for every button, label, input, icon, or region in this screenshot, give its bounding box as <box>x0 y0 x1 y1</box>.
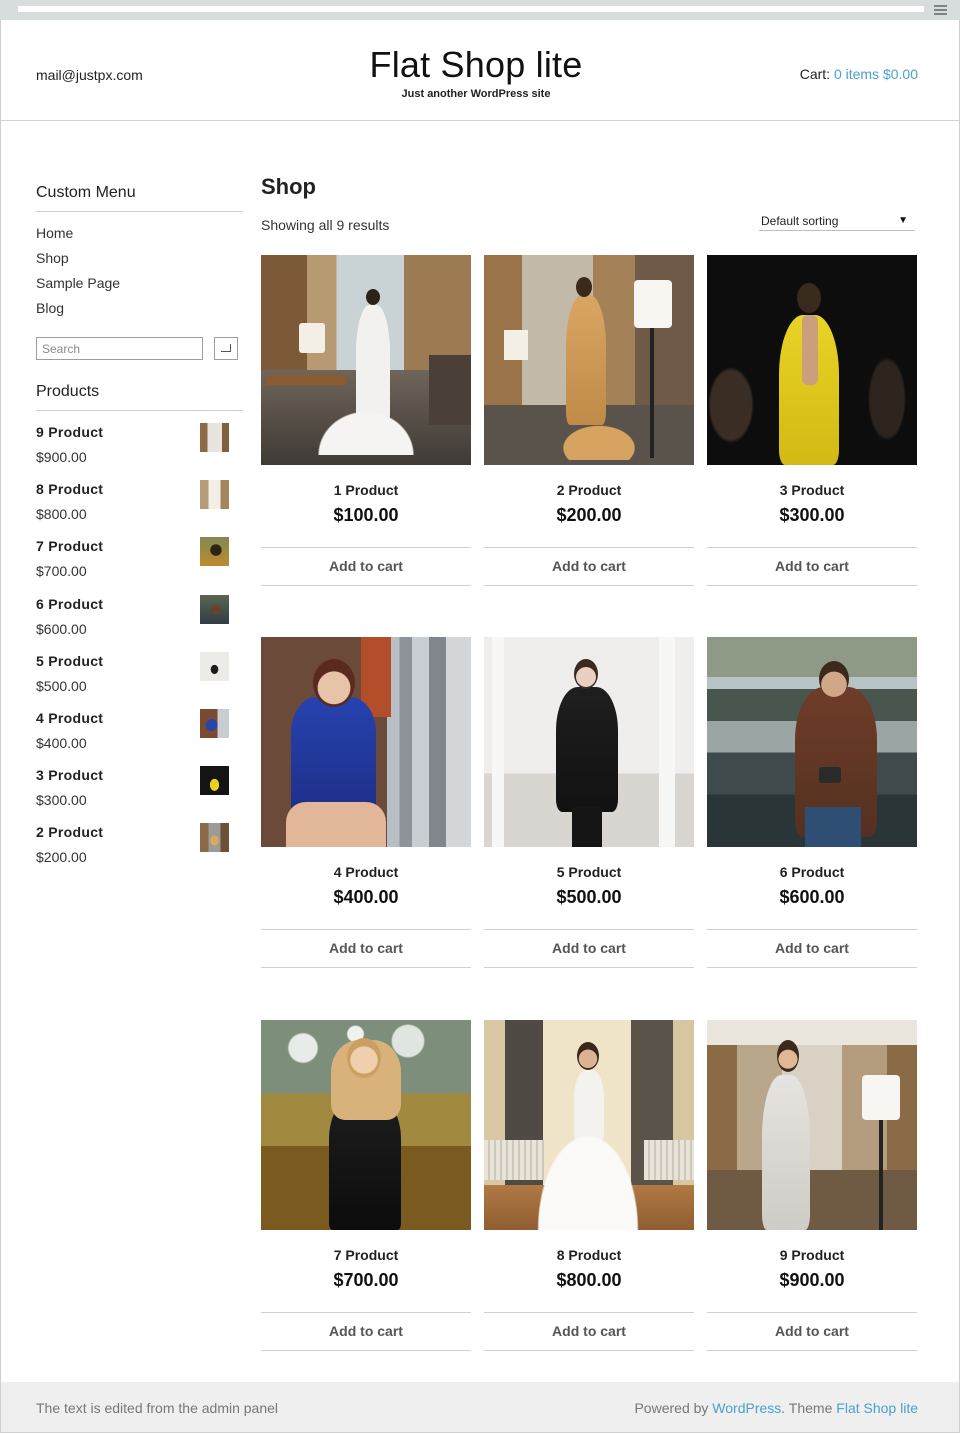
add-to-cart-button[interactable]: Add to cart <box>484 547 694 586</box>
product-name[interactable]: 5 Product <box>484 864 694 880</box>
add-to-cart-button[interactable]: Add to cart <box>707 929 917 968</box>
product-image[interactable] <box>261 1020 471 1230</box>
widget-product-thumbnail[interactable] <box>200 423 229 452</box>
dropdown-arrow-icon: ▼ <box>898 215 908 226</box>
product-card: 7 Product $700.00 Add to cart <box>261 1020 471 1351</box>
product-card: 5 Product $500.00 Add to cart <box>484 637 694 968</box>
widget-product-thumbnail[interactable] <box>200 594 229 624</box>
product-card: 3 Product $300.00 Add to cart <box>707 255 917 586</box>
add-to-cart-button[interactable]: Add to cart <box>707 547 917 586</box>
site-tagline: Just another WordPress site <box>401 88 551 100</box>
sorting-select[interactable]: Default sorting ▼ <box>759 212 915 231</box>
add-to-cart-button[interactable]: Add to cart <box>707 1312 917 1351</box>
page-title: Shop <box>261 174 316 199</box>
widget-product-thumbnail[interactable] <box>200 480 229 510</box>
add-to-cart-button[interactable]: Add to cart <box>484 929 694 968</box>
search-submit-button[interactable] <box>214 337 238 360</box>
product-price: $400.00 <box>333 887 399 907</box>
product-price: $300.00 <box>779 505 845 525</box>
product-card: 6 Product $600.00 Add to cart <box>707 637 917 968</box>
product-image[interactable] <box>261 255 471 465</box>
menu-item-shop[interactable]: Shop <box>36 249 243 274</box>
product-price: $900.00 <box>779 1270 845 1290</box>
add-to-cart-button[interactable]: Add to cart <box>484 1312 694 1351</box>
product-image[interactable] <box>484 637 694 847</box>
footer-credits: Powered by WordPress. Theme Flat Shop li… <box>634 1400 918 1416</box>
menu-item-sample-page[interactable]: Sample Page <box>36 274 243 299</box>
widget-product-item[interactable]: 3 Product $300.00 <box>36 765 243 822</box>
result-count: Showing all 9 results <box>261 217 390 233</box>
widget-product-item[interactable]: 5 Product $500.00 <box>36 651 243 708</box>
product-card: 1 Product $100.00 Add to cart <box>261 255 471 586</box>
product-image[interactable] <box>484 255 694 465</box>
menu-item-home[interactable]: Home <box>36 224 243 249</box>
product-name[interactable]: 8 Product <box>484 1247 694 1263</box>
search-form <box>36 337 243 361</box>
product-name[interactable]: 7 Product <box>261 1247 471 1263</box>
powered-by-label: Powered by <box>634 1400 709 1416</box>
widget-product-item[interactable]: 4 Product $400.00 <box>36 708 243 765</box>
footer-text: The text is edited from the admin panel <box>36 1400 279 1416</box>
add-to-cart-button[interactable]: Add to cart <box>261 929 471 968</box>
products-widget-list: 9 Product $900.00 8 Product $800.00 7 Pr… <box>36 422 243 880</box>
product-image[interactable] <box>484 1020 694 1230</box>
widget-product-thumbnail[interactable] <box>200 708 229 738</box>
product-card: 8 Product $800.00 Add to cart <box>484 1020 694 1351</box>
cart-label: Cart: <box>799 66 831 82</box>
product-image[interactable] <box>707 255 917 465</box>
product-price: $700.00 <box>333 1270 399 1290</box>
product-image[interactable] <box>707 1020 917 1230</box>
product-image[interactable] <box>261 637 471 847</box>
cart-contents-link[interactable]: 0 items $0.00 <box>834 66 918 82</box>
wordpress-link[interactable]: WordPress <box>712 1400 781 1416</box>
site-footer: The text is edited from the admin panel … <box>1 1382 959 1432</box>
widget-product-thumbnail[interactable] <box>200 651 229 681</box>
product-price: $500.00 <box>556 887 622 907</box>
product-price: $600.00 <box>779 887 845 907</box>
site-title[interactable]: Flat Shop lite <box>300 45 652 85</box>
shop-content: Shop Showing all 9 results Default sorti… <box>261 174 917 1351</box>
product-card: 9 Product $900.00 Add to cart <box>707 1020 917 1351</box>
product-image[interactable] <box>707 637 917 847</box>
product-name[interactable]: 4 Product <box>261 864 471 880</box>
product-name[interactable]: 6 Product <box>707 864 917 880</box>
widget-product-item[interactable]: 9 Product $900.00 <box>36 422 243 479</box>
widget-product-item[interactable]: 7 Product $700.00 <box>36 536 243 593</box>
product-price: $100.00 <box>333 505 399 525</box>
add-to-cart-button[interactable]: Add to cart <box>261 547 471 586</box>
add-to-cart-button[interactable]: Add to cart <box>261 1312 471 1351</box>
product-name[interactable]: 9 Product <box>707 1247 917 1263</box>
widget-product-thumbnail[interactable] <box>200 537 229 567</box>
menu-item-blog[interactable]: Blog <box>36 299 243 324</box>
widget-product-thumbnail[interactable] <box>200 823 229 853</box>
products-widget-title: Products <box>36 383 243 411</box>
sorting-selected-value: Default sorting <box>761 214 839 228</box>
widget-product-item[interactable]: 2 Product $200.00 <box>36 822 243 879</box>
product-name[interactable]: 3 Product <box>707 482 917 498</box>
product-name[interactable]: 2 Product <box>484 482 694 498</box>
product-card: 2 Product $200.00 Add to cart <box>484 255 694 586</box>
theme-link[interactable]: Flat Shop lite <box>836 1400 918 1416</box>
header-email[interactable]: mail@justpx.com <box>36 67 143 83</box>
widget-product-item[interactable]: 8 Product $800.00 <box>36 479 243 536</box>
widget-product-item[interactable]: 6 Product $600.00 <box>36 594 243 651</box>
site-branding: Flat Shop lite Just another WordPress si… <box>300 45 652 101</box>
enter-icon <box>221 344 231 352</box>
hamburger-menu-icon[interactable] <box>934 5 947 15</box>
product-price: $200.00 <box>556 505 622 525</box>
site-header: mail@justpx.com Flat Shop lite Just anot… <box>0 20 960 121</box>
search-input[interactable] <box>36 337 203 360</box>
product-price: $800.00 <box>556 1270 622 1290</box>
custom-menu: Home Shop Sample Page Blog <box>36 224 243 324</box>
header-cart: Cart: 0 items $0.00 <box>800 66 918 82</box>
product-card: 4 Product $400.00 Add to cart <box>261 637 471 968</box>
sidebar: Custom Menu Home Shop Sample Page Blog P… <box>36 184 243 880</box>
admin-strip-bar <box>18 6 924 12</box>
theme-label: . Theme <box>781 1400 833 1416</box>
widget-product-thumbnail[interactable] <box>200 766 229 796</box>
admin-strip <box>0 0 960 20</box>
custom-menu-title: Custom Menu <box>36 184 243 212</box>
product-name[interactable]: 1 Product <box>261 482 471 498</box>
